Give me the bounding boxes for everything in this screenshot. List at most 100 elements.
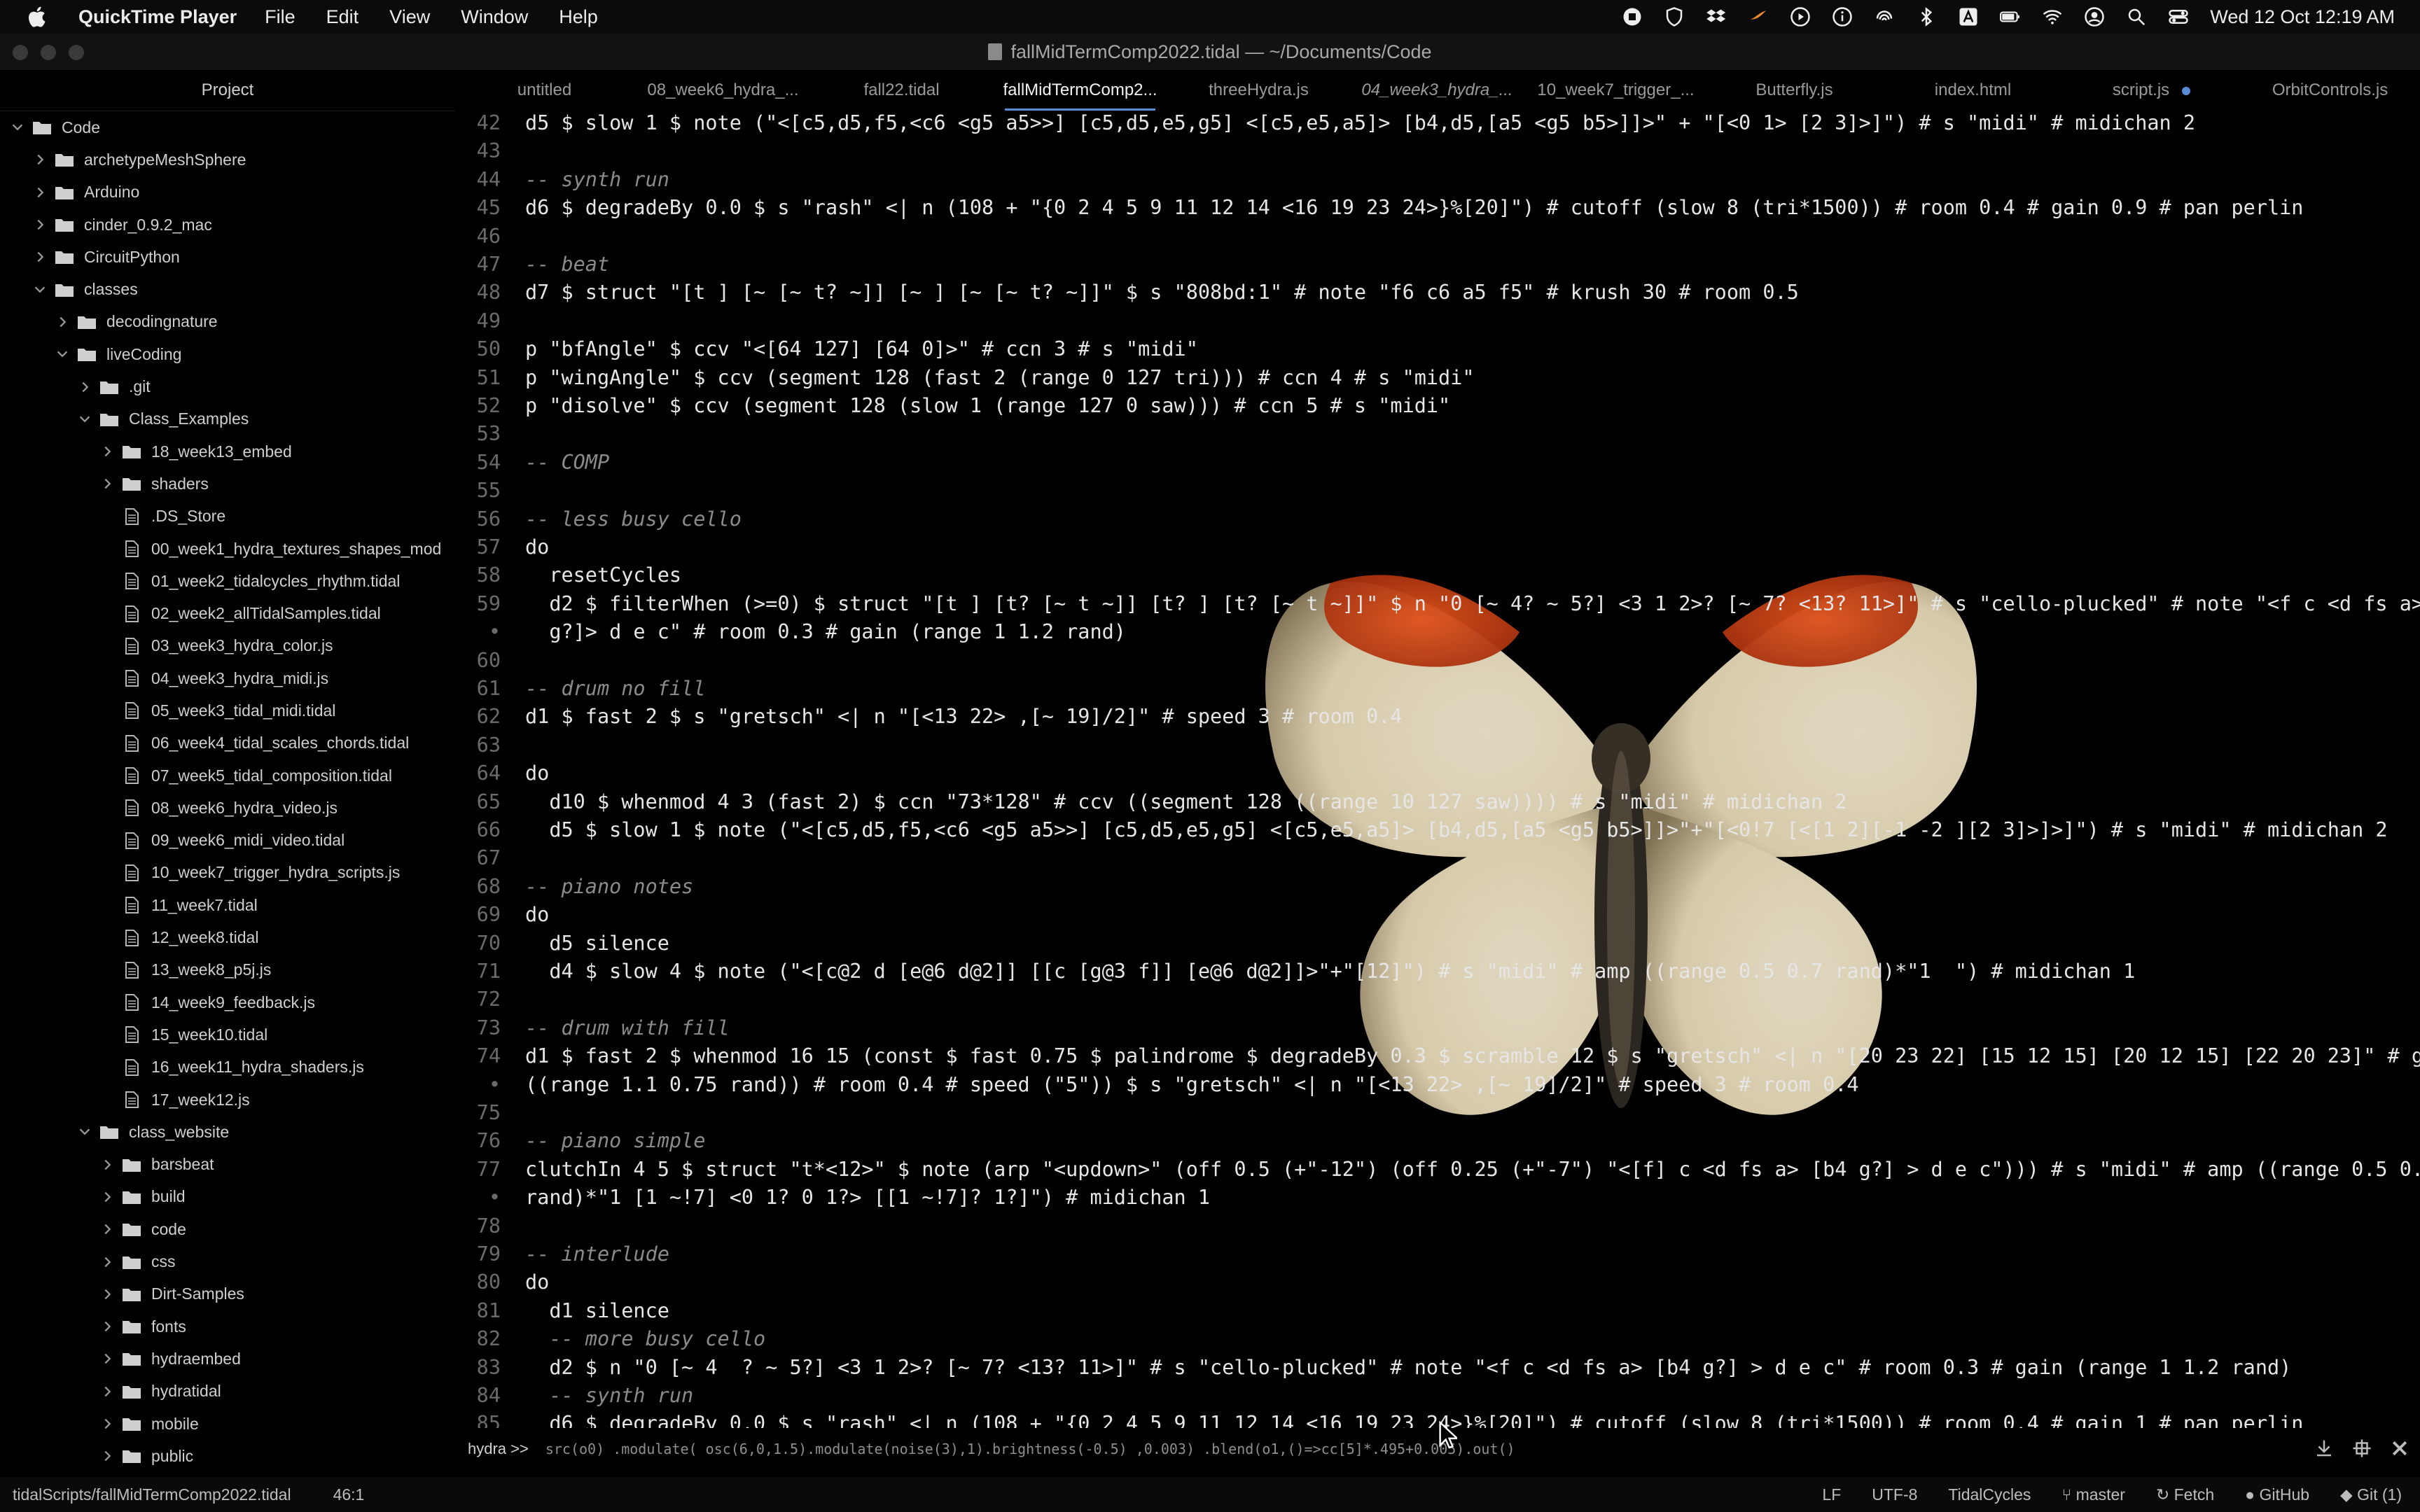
code-line[interactable]: 82 -- more busy cello: [455, 1325, 766, 1353]
tree-file[interactable]: 11_week7.tidal: [0, 889, 455, 921]
tree-file[interactable]: 16_week11_hydra_shaders.js: [0, 1051, 455, 1084]
tree-folder[interactable]: Arduino: [0, 176, 455, 209]
code-line[interactable]: 72: [455, 986, 525, 1014]
wifi-icon[interactable]: [2042, 6, 2063, 27]
tree-folder[interactable]: mobile: [0, 1408, 455, 1440]
airdrop-icon[interactable]: [1874, 6, 1895, 27]
battery-icon[interactable]: [2000, 6, 2021, 27]
tree-file[interactable]: 04_week3_hydra_midi.js: [0, 662, 455, 694]
tree-file[interactable]: 03_week3_hydra_color.js: [0, 630, 455, 662]
code-line[interactable]: 70 d5 silence: [455, 930, 669, 958]
tree-file[interactable]: 05_week3_tidal_midi.tidal: [0, 694, 455, 727]
tree-file[interactable]: 10_week7_trigger_hydra_scripts.js: [0, 857, 455, 889]
code-line[interactable]: 85 d6 $ degradeBy 0.0 $ s "rash" <| n (1…: [455, 1410, 2304, 1428]
hydra-source-code[interactable]: src(o0) .modulate( osc(6,0,1.5).modulate…: [545, 1441, 1515, 1457]
code-line[interactable]: 71 d4 $ slow 4 $ note ("<[c@2 d [e@6 d@2…: [455, 958, 2136, 986]
code-line[interactable]: 77 clutchIn 4 5 $ struct "t*<12>" $ note …: [455, 1156, 2420, 1184]
screen-record-icon[interactable]: [1622, 6, 1643, 27]
code-line[interactable]: 63: [455, 732, 525, 760]
fetch-button[interactable]: ↻ Fetch: [2156, 1485, 2214, 1504]
tree-folder[interactable]: 18_week13_embed: [0, 435, 455, 468]
code-line[interactable]: 74 d1 $ fast 2 $ whenmod 16 15 (const $ f…: [455, 1042, 2420, 1070]
minimize-window-button[interactable]: [41, 45, 56, 60]
code-line[interactable]: 61 -- drum no fill: [455, 675, 706, 703]
menu-window[interactable]: Window: [461, 6, 528, 28]
code-line[interactable]: 59 d2 $ filterWhen (>=0) $ struct "[t ] …: [455, 590, 2420, 618]
tree-folder[interactable]: archetypeMeshSphere: [0, 144, 455, 176]
code-line[interactable]: 43: [455, 137, 525, 165]
code-line[interactable]: 83 d2 $ n "0 [~ 4 ? ~ 5?] <3 1 2>? [~ 7?…: [455, 1354, 2292, 1382]
tree-folder[interactable]: class_website: [0, 1116, 455, 1148]
code-line[interactable]: 54 -- COMP: [455, 449, 609, 477]
close-icon[interactable]: [2389, 1438, 2410, 1459]
tree-folder[interactable]: Dirt-Samples: [0, 1278, 455, 1310]
file-encoding[interactable]: UTF-8: [1872, 1485, 1917, 1504]
line-ending[interactable]: LF: [1822, 1485, 1841, 1504]
code-line[interactable]: • ((range 1.1 0.75 rand)) # room 0.4 # sp…: [455, 1071, 1859, 1099]
code-line[interactable]: 73 -- drum with fill: [455, 1014, 730, 1042]
tree-folder[interactable]: code: [0, 1213, 455, 1245]
tree-file[interactable]: 14_week9_feedback.js: [0, 986, 455, 1018]
code-line[interactable]: 49: [455, 307, 525, 335]
git-branch[interactable]: ⑂ master: [2061, 1485, 2125, 1504]
control-center-icon[interactable]: [2168, 6, 2189, 27]
download-icon[interactable]: [2314, 1438, 2335, 1459]
code-line[interactable]: 79 -- interlude: [455, 1240, 669, 1268]
tree-file[interactable]: 17_week12.js: [0, 1084, 455, 1116]
code-line[interactable]: 76 -- piano simple: [455, 1127, 706, 1155]
tree-file[interactable]: 08_week6_hydra_video.js: [0, 792, 455, 824]
editor-tab[interactable]: Butterfly.js: [1705, 70, 1884, 111]
code-line[interactable]: 52 p "disolve" $ ccv (segment 128 (slow 1…: [455, 392, 1451, 420]
tree-file[interactable]: 02_week2_allTidalSamples.tidal: [0, 597, 455, 629]
status-file-path[interactable]: tidalScripts/fallMidTermComp2022.tidal: [13, 1485, 291, 1504]
search-icon[interactable]: [2126, 6, 2147, 27]
close-window-button[interactable]: [13, 45, 28, 60]
code-line[interactable]: 53: [455, 420, 525, 448]
tree-file[interactable]: 09_week6_midi_video.tidal: [0, 825, 455, 857]
code-line[interactable]: 84 -- synth run: [455, 1382, 694, 1410]
apple-logo-icon[interactable]: [25, 4, 50, 29]
editor-tab[interactable]: fallMidTermComp2...: [991, 70, 1169, 111]
tree-folder[interactable]: Code: [0, 111, 455, 144]
code-line[interactable]: 45 d6 $ degradeBy 0.0 $ s "rash" <| n (10…: [455, 194, 2304, 222]
code-line[interactable]: 50 p "bfAngle" $ ccv "<[64 127] [64 0]>" …: [455, 335, 1198, 363]
tree-folder[interactable]: barsbeat: [0, 1149, 455, 1181]
menu-file[interactable]: File: [265, 6, 295, 28]
layout-icon[interactable]: [2351, 1438, 2372, 1459]
swoosh-icon[interactable]: [1748, 6, 1769, 27]
code-line[interactable]: 46: [455, 223, 525, 251]
code-line[interactable]: 60: [455, 647, 525, 675]
grammar-selector[interactable]: TidalCycles: [1948, 1485, 2031, 1504]
tree-folder[interactable]: cinder_0.9.2_mac: [0, 209, 455, 241]
code-line[interactable]: 55: [455, 477, 525, 505]
code-line[interactable]: 68 -- piano notes: [455, 873, 694, 901]
code-line[interactable]: 58 resetCycles: [455, 561, 681, 589]
tree-file[interactable]: 12_week8.tidal: [0, 921, 455, 953]
editor-tab[interactable]: 10_week7_trigger_...: [1527, 70, 1705, 111]
tree-folder[interactable]: Class_Examples: [0, 403, 455, 435]
tree-folder[interactable]: hydratidal: [0, 1376, 455, 1408]
code-line[interactable]: 62 d1 $ fast 2 $ s "gretsch" <| n "[<13 2…: [455, 703, 1403, 731]
github-button[interactable]: ● GitHub: [2245, 1485, 2309, 1504]
menu-help[interactable]: Help: [559, 6, 598, 28]
code-line[interactable]: 47 -- beat: [455, 251, 609, 279]
dropbox-icon[interactable]: [1706, 6, 1727, 27]
tree-folder[interactable]: CircuitPython: [0, 241, 455, 273]
tree-folder[interactable]: hydraembed: [0, 1343, 455, 1375]
editor-tab[interactable]: threeHydra.js: [1169, 70, 1348, 111]
cursor-position[interactable]: 46:1: [333, 1485, 365, 1504]
tree-folder[interactable]: css: [0, 1245, 455, 1278]
editor-tab[interactable]: 08_week6_hydra_...: [634, 70, 812, 111]
tree-file[interactable]: 13_week8_p5j.js: [0, 954, 455, 986]
code-line[interactable]: 78: [455, 1212, 525, 1240]
tree-file[interactable]: 01_week2_tidalcycles_rhythm.tidal: [0, 565, 455, 597]
tree-file[interactable]: 07_week5_tidal_composition.tidal: [0, 760, 455, 792]
code-line[interactable]: • rand)*"1 [1 ~!7] <0 1? 0 1?> [[1 ~!7]? …: [455, 1184, 1210, 1212]
tree-folder[interactable]: build: [0, 1181, 455, 1213]
text-input-icon[interactable]: [1958, 6, 1979, 27]
user-icon[interactable]: [2084, 6, 2105, 27]
clock[interactable]: Wed 12 Oct 12:19 AM: [2210, 6, 2395, 28]
tree-folder[interactable]: public: [0, 1440, 455, 1472]
code-line[interactable]: 42 d5 $ slow 1 $ note ("<[c5,d5,f5,<c6 <g…: [455, 111, 2195, 137]
code-line[interactable]: 69 do: [455, 901, 550, 929]
